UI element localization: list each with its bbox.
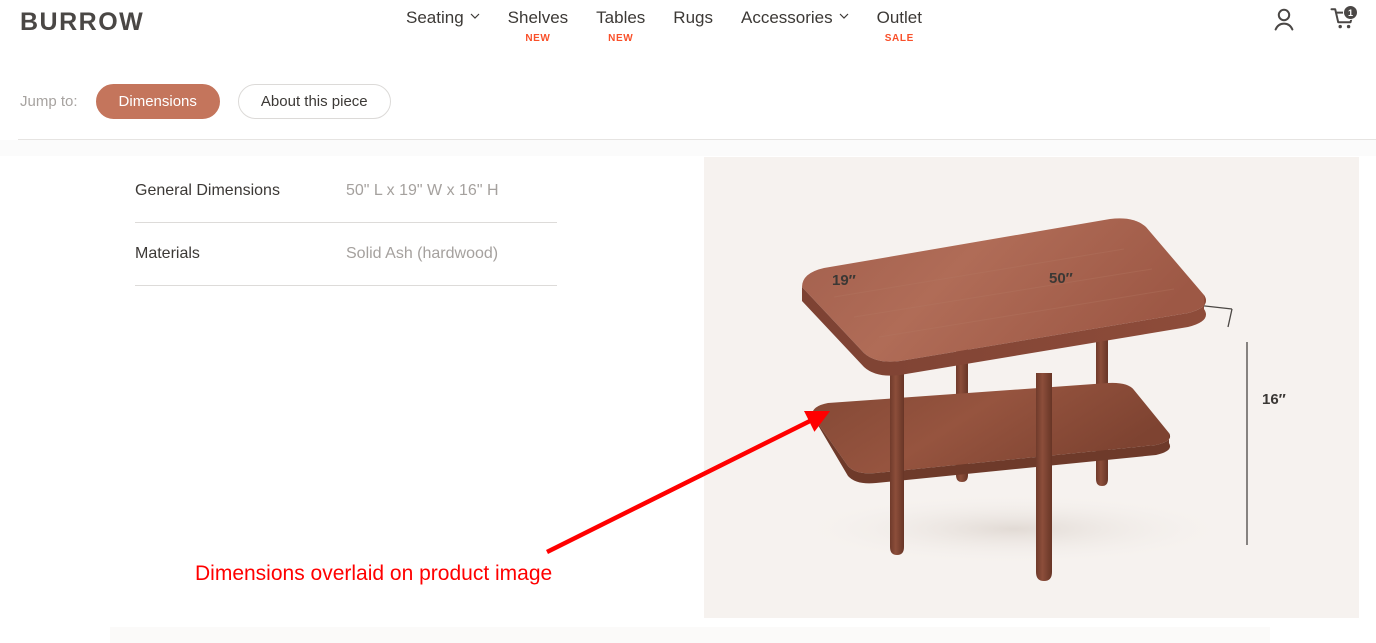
cart-button[interactable]: 1	[1330, 5, 1358, 36]
annotation-label: Dimensions overlaid on product image	[195, 562, 553, 585]
user-account-icon	[1272, 8, 1296, 36]
spec-label-materials: Materials	[135, 245, 200, 262]
table-row: General Dimensions 50" L x 19" W x 16" H	[135, 160, 557, 223]
chevron-down-icon	[839, 11, 849, 21]
height-label: 16″	[1262, 391, 1286, 408]
nav-badge-tables: NEW	[608, 33, 634, 44]
cart-count-badge: 1	[1343, 5, 1358, 20]
nav-label-shelves: Shelves	[507, 8, 569, 27]
nav-label-tables: Tables	[596, 8, 646, 27]
jump-tab-dimensions[interactable]: Dimensions	[95, 84, 220, 119]
spec-label-general-dimensions: General Dimensions	[135, 182, 280, 199]
section-divider-line	[18, 139, 1376, 140]
nav-item-rugs[interactable]: Rugs	[659, 0, 727, 33]
table-row: Materials Solid Ash (hardwood)	[135, 223, 557, 286]
page-bottom-band	[110, 627, 1270, 643]
nav-item-outlet[interactable]: Outlet SALE	[863, 0, 936, 44]
account-button[interactable]	[1272, 6, 1298, 34]
nav-badge-shelves: NEW	[525, 33, 551, 44]
spec-value-general-dimensions: 50" L x 19" W x 16" H	[346, 182, 499, 199]
nav-label-outlet: Outlet	[876, 8, 922, 27]
nav-item-accessories[interactable]: Accessories	[727, 0, 863, 33]
jump-tab-about-this-piece[interactable]: About this piece	[237, 84, 391, 119]
product-detail-page: BURROW Seating Shelves NEW Tables NEW Ru…	[0, 0, 1376, 643]
nav-item-shelves[interactable]: Shelves NEW	[494, 0, 582, 44]
site-header: BURROW Seating Shelves NEW Tables NEW Ru…	[0, 0, 1376, 62]
header-icon-group: 1	[1272, 5, 1358, 36]
chevron-down-icon	[470, 11, 480, 21]
nav-item-seating[interactable]: Seating	[392, 0, 494, 33]
jump-to-label: Jump to:	[20, 93, 78, 110]
jump-to-bar: Jump to: Dimensions About this piece	[0, 62, 1376, 141]
nav-item-tables[interactable]: Tables NEW	[582, 0, 659, 44]
nav-label-seating: Seating	[406, 8, 464, 27]
nav-label-accessories: Accessories	[740, 8, 833, 27]
nav-badge-outlet: SALE	[884, 33, 914, 44]
main-navigation: Seating Shelves NEW Tables NEW Rugs Acce…	[392, 0, 936, 62]
product-image-panel[interactable]: 19″ 50″ 16″	[704, 157, 1359, 618]
coffee-table-product-photo: 19″ 50″ 16″	[704, 157, 1359, 618]
dimensions-spec-table: General Dimensions 50" L x 19" W x 16" H…	[135, 160, 557, 286]
section-divider-band	[0, 140, 1376, 156]
shopping-cart-icon	[1330, 8, 1356, 36]
brand-logo[interactable]: BURROW	[20, 8, 144, 37]
spec-value-materials: Solid Ash (hardwood)	[346, 245, 499, 262]
length-label: 50″	[1049, 270, 1073, 287]
depth-label: 19″	[832, 272, 856, 289]
nav-label-rugs: Rugs	[673, 8, 713, 27]
